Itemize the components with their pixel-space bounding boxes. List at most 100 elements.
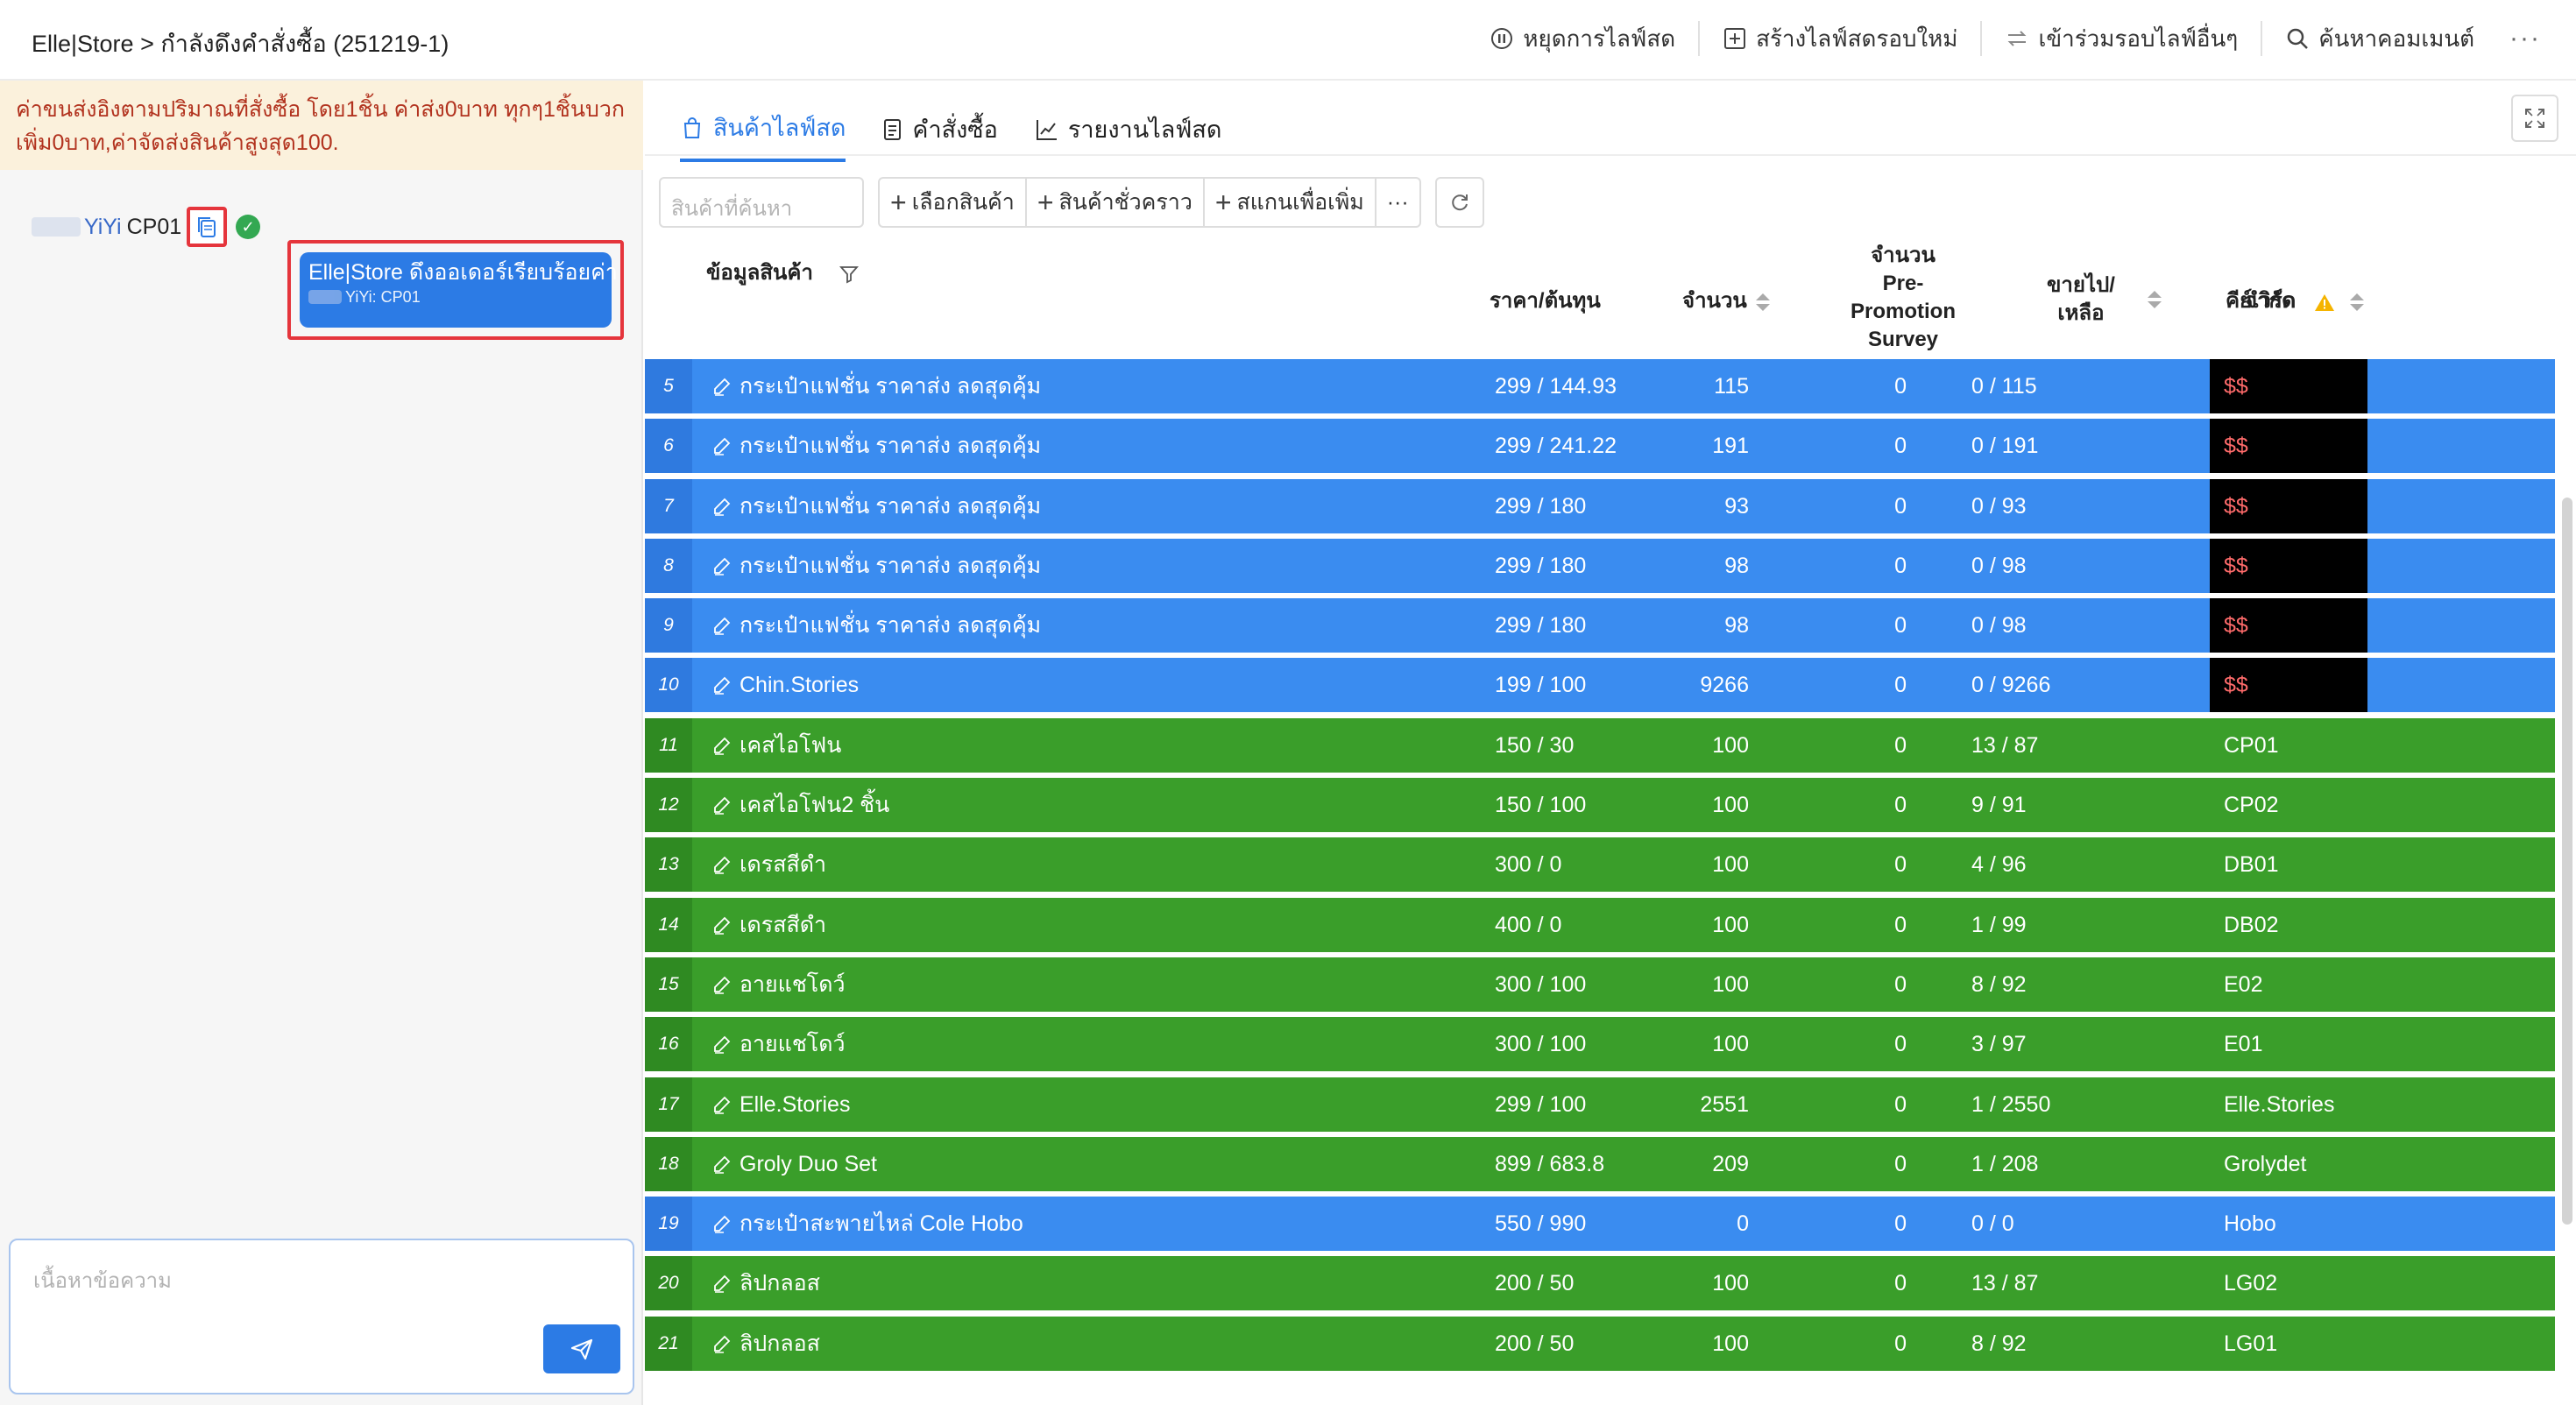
preorder-qty: 0 [1894, 374, 1907, 399]
table-row[interactable]: 9 กระเป๋าแฟชั่น ราคาส่ง ลดสุดคุ้ม 299 / … [645, 598, 2555, 653]
edit-icon[interactable] [711, 1333, 732, 1354]
scrollbar[interactable] [2562, 498, 2572, 1225]
product-name[interactable]: กระเป๋าแฟชั่น ราคาส่ง ลดสุดคุ้ม [711, 539, 1041, 593]
select-product-label: เลือกสินค้า [911, 190, 1015, 215]
product-name[interactable]: กระเป๋าแฟชั่น ราคาส่ง ลดสุดคุ้ม [711, 419, 1041, 473]
edit-icon[interactable] [711, 376, 732, 397]
edit-icon[interactable] [711, 674, 732, 695]
edit-icon[interactable] [711, 1273, 732, 1294]
header-sold-line1: ขายไป/ [2047, 273, 2115, 297]
product-name[interactable]: ลิปกลอส [711, 1256, 820, 1310]
header-sold[interactable]: ขายไป/ เหลือ [2047, 272, 2162, 328]
preorder-qty: 0 [1894, 912, 1907, 937]
fullscreen-button[interactable] [2511, 95, 2558, 142]
select-product-button[interactable]: + เลือกสินค้า [880, 179, 1025, 226]
product-name[interactable]: เดรสสีดำ [711, 898, 826, 952]
table-row[interactable]: 17 Elle.Stories 299 / 100 2551 0 1 / 255… [645, 1077, 2555, 1132]
product-name[interactable]: Groly Duo Set [711, 1137, 877, 1191]
message-placeholder: เนื้อหาข้อความ [33, 1269, 172, 1293]
edit-icon[interactable] [711, 615, 732, 636]
product-name-text: กระเป๋าแฟชั่น ราคาส่ง ลดสุดคุ้ม [740, 374, 1042, 399]
table-row[interactable]: 15 อายแชโดว์ 300 / 100 100 0 8 / 92 E02 [645, 957, 2555, 1012]
edit-icon[interactable] [711, 435, 732, 456]
sold-remaining: 1 / 2550 [1971, 1091, 2051, 1117]
comment-user-name[interactable]: YiYi [84, 215, 122, 240]
more-menu-button[interactable]: ··· [2509, 24, 2541, 53]
product-name[interactable]: กระเป๋าแฟชั่น ราคาส่ง ลดสุดคุ้ม [711, 359, 1041, 413]
keyword: Elle.Stories [2224, 1091, 2335, 1117]
table-row[interactable]: 16 อายแชโดว์ 300 / 100 100 0 3 / 97 E01 [645, 1017, 2555, 1072]
join-live-button[interactable]: เข้าร่วมรอบไลฟ์อื่นๆ [1980, 21, 2238, 56]
create-live-button[interactable]: สร้างไลฟ์สดรอบใหม่ [1698, 21, 1957, 56]
table-row[interactable]: 6 กระเป๋าแฟชั่น ราคาส่ง ลดสุดคุ้ม 299 / … [645, 419, 2555, 474]
product-name[interactable]: เดรสสีดำ [711, 837, 826, 892]
send-button[interactable] [543, 1324, 620, 1373]
product-name-text: กระเป๋าแฟชั่น ราคาส่ง ลดสุดคุ้ม [740, 613, 1042, 639]
sold-remaining: 8 / 92 [1971, 1331, 2027, 1356]
refresh-button[interactable] [1434, 177, 1484, 228]
edit-icon[interactable] [711, 794, 732, 815]
edit-icon[interactable] [711, 1213, 732, 1234]
table-row[interactable]: 11 เคสไอโฟน 150 / 30 100 0 13 / 87 CP01 [645, 717, 2555, 773]
edit-icon[interactable] [711, 1094, 732, 1115]
search-comment-label: ค้นหาคอมเมนต์ [2318, 25, 2475, 52]
table-row[interactable]: 14 เดรสสีดำ 400 / 0 100 0 1 / 99 DB02 [645, 897, 2555, 952]
temp-product-button[interactable]: + สินค้าชั่วคราว [1024, 179, 1203, 226]
table-row[interactable]: 12 เคสไอโฟน2 ชิ้น 150 / 100 100 0 9 / 91… [645, 778, 2555, 833]
edit-icon[interactable] [711, 974, 732, 995]
product-name[interactable]: กระเป๋าแฟชั่น ราคาส่ง ลดสุดคุ้ม [711, 598, 1041, 653]
price-cost: 299 / 180 [1495, 553, 1587, 578]
row-number: 19 [645, 1197, 692, 1252]
header-qty[interactable]: จำนวน [1682, 287, 1770, 315]
copy-button[interactable] [187, 207, 228, 247]
product-name[interactable]: อายแชโดว์ [711, 1017, 845, 1071]
edit-icon[interactable] [711, 914, 732, 935]
keyword: $$ [2210, 419, 2367, 474]
table-row[interactable]: 18 Groly Duo Set 899 / 683.8 209 0 1 / 2… [645, 1136, 2555, 1191]
search-comment-button[interactable]: ค้นหาคอมเมนต์ [2261, 21, 2474, 56]
toolbar-more-button[interactable]: ··· [1374, 179, 1419, 226]
table-row[interactable]: 19 กระเป๋าสะพายไหล่ Cole Hobo 550 / 990 … [645, 1197, 2555, 1252]
product-name[interactable]: เคสไอโฟน2 ชิ้น [711, 778, 889, 832]
product-name[interactable]: เคสไอโฟน [711, 718, 841, 773]
product-name[interactable]: ลิปกลอส [711, 1317, 820, 1371]
sort-icon[interactable] [2147, 291, 2162, 308]
sort-icon[interactable] [2349, 293, 2364, 311]
quantity: 100 [1712, 852, 1749, 878]
table-row[interactable]: 20 ลิปกลอส 200 / 50 100 0 13 / 87 LG02 [645, 1256, 2555, 1311]
scan-add-button[interactable]: + สแกนเพื่อเพิ่ม [1202, 179, 1375, 226]
product-name[interactable]: Elle.Stories [711, 1077, 850, 1132]
table-row[interactable]: 8 กระเป๋าแฟชั่น ราคาส่ง ลดสุดคุ้ม 299 / … [645, 538, 2555, 593]
table-row[interactable]: 13 เดรสสีดำ 300 / 0 100 0 4 / 96 DB01 [645, 837, 2555, 893]
header-keyword[interactable]: คีย์เวิร์ด [2226, 287, 2364, 315]
product-name[interactable]: อายแชโดว์ [711, 957, 845, 1012]
edit-icon[interactable] [711, 555, 732, 576]
stop-live-button[interactable]: หยุดการไลฟ์สด [1490, 21, 1675, 56]
keyword: E02 [2224, 971, 2263, 997]
filter-icon[interactable] [839, 264, 860, 285]
message-input[interactable]: เนื้อหาข้อความ [9, 1239, 634, 1394]
edit-icon[interactable] [711, 854, 732, 875]
product-name[interactable]: Chin.Stories [711, 658, 859, 712]
quantity: 100 [1712, 1271, 1749, 1296]
table-row[interactable]: 10 Chin.Stories 199 / 100 9266 0 0 / 926… [645, 658, 2555, 713]
table-row[interactable]: 5 กระเป๋าแฟชั่น ราคาส่ง ลดสุดคุ้ม 299 / … [645, 359, 2555, 413]
quantity: 93 [1724, 493, 1749, 519]
edit-icon[interactable] [711, 1034, 732, 1055]
product-name[interactable]: กระเป๋าสะพายไหล่ Cole Hobo [711, 1197, 1023, 1251]
product-name[interactable]: กระเป๋าแฟชั่น ราคาส่ง ลดสุดคุ้ม [711, 479, 1041, 533]
product-name-text: เดรสสีดำ [740, 852, 826, 878]
table-row[interactable]: 21 ลิปกลอส 200 / 50 100 0 8 / 92 LG01 [645, 1316, 2555, 1371]
row-number: 13 [645, 837, 692, 893]
sort-icon[interactable] [1755, 293, 1770, 311]
edit-icon[interactable] [711, 735, 732, 756]
main-panel: สินค้าไลฟ์สด คำสั่งซื้อ รายงานไลฟ์สด สิน… [645, 81, 2576, 1405]
product-search-input[interactable]: สินค้าที่ค้นหา [659, 177, 864, 228]
sold-remaining: 13 / 87 [1971, 732, 2039, 758]
edit-icon[interactable] [711, 1154, 732, 1175]
bag-icon [683, 116, 701, 138]
table-row[interactable]: 7 กระเป๋าแฟชั่น ราคาส่ง ลดสุดคุ้ม 299 / … [645, 478, 2555, 533]
price-cost: 199 / 100 [1495, 673, 1587, 698]
edit-icon[interactable] [711, 496, 732, 517]
quantity: 100 [1712, 793, 1749, 818]
